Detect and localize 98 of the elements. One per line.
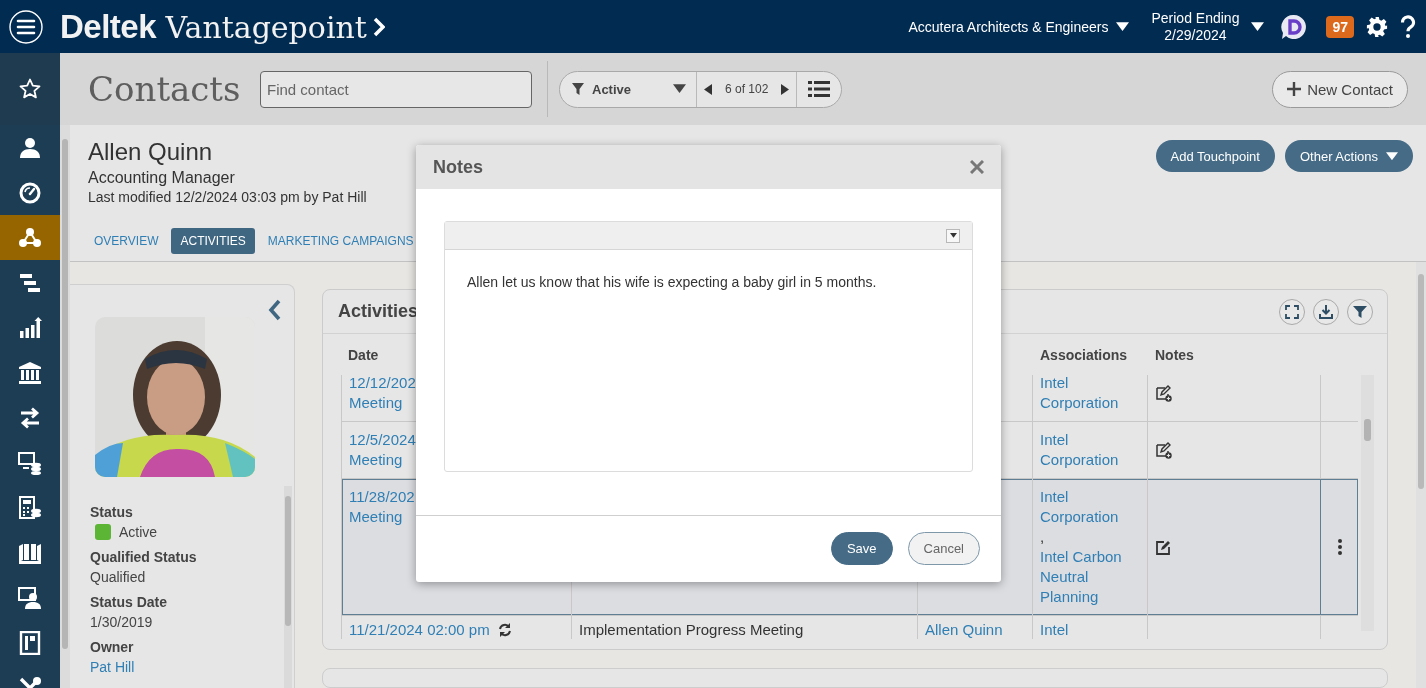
presenter-icon [18, 585, 42, 610]
person-icon [18, 135, 42, 160]
separator-text: , [1040, 527, 1046, 547]
association-link[interactable]: Intel Corporation [1040, 430, 1140, 470]
transfer-icon [18, 405, 42, 430]
association-link[interactable]: Intel Corporation [1040, 375, 1140, 413]
expand-icon [1285, 304, 1299, 319]
record-position: 6 of 102 [724, 82, 770, 96]
filter-icon [572, 83, 584, 95]
owner-link[interactable]: Pat Hill [90, 659, 135, 675]
network-icon [18, 225, 42, 250]
close-button[interactable] [970, 160, 984, 174]
tab[interactable]: OVERVIEW [84, 228, 169, 254]
date-link[interactable]: 11/28/202 [349, 487, 415, 507]
scrollbar-thumb[interactable] [62, 139, 68, 649]
filter-button[interactable] [1347, 298, 1373, 325]
column-header: Notes [1154, 346, 1195, 363]
help-icon[interactable] [1400, 14, 1416, 39]
collapse-icon[interactable] [268, 299, 282, 321]
chat-icon[interactable] [1280, 12, 1309, 41]
expand-button[interactable] [1279, 298, 1305, 325]
date-link[interactable]: 12/5/2024 [349, 430, 416, 450]
edit-note-icon[interactable] [1155, 538, 1172, 556]
list-icon [808, 80, 831, 98]
scrollbar[interactable] [60, 125, 70, 688]
next-icon [781, 83, 790, 95]
association-link[interactable]: Intel Corporation [1040, 487, 1140, 527]
contact-name: Allen Quinn [88, 138, 214, 166]
chevron-icon[interactable] [372, 16, 385, 37]
calculator-icon [18, 495, 42, 520]
notification-badge[interactable]: 97 [1326, 15, 1354, 38]
filter-dropdown[interactable]: Active [560, 71, 696, 107]
previous-icon [704, 83, 712, 95]
field-value: Qualified [90, 569, 146, 585]
company-dropdown[interactable]: Accutera Architects & Engineers [908, 18, 1130, 35]
scrollbar-thumb[interactable] [1418, 274, 1424, 489]
column-header: Associations [1039, 346, 1129, 363]
settings-icon[interactable] [1366, 15, 1388, 38]
association-link[interactable]: Intel [1040, 620, 1140, 639]
panel-title: Activities [338, 301, 420, 322]
job-title: Accounting Manager [88, 168, 236, 188]
app-title[interactable]: Deltek Vantagepoint [60, 7, 367, 46]
menu-icon[interactable] [9, 9, 43, 44]
last-modified-text: Last modified 12/2/2024 03:03 pm by Pat Hill [88, 188, 368, 206]
toolbar-dropdown[interactable] [946, 228, 960, 243]
add-touchpoint-button[interactable]: Add Touchpoint [1155, 140, 1275, 172]
table-row[interactable]: 11/21/2024 02:00 pm Implementation Progress Meeting Allen Quinn Intel [342, 616, 1358, 639]
date-link[interactable]: 11/21/2024 02:00 pm [349, 620, 490, 639]
search-field[interactable]: Find contact [260, 70, 532, 108]
status-indicator [95, 524, 111, 540]
scrollbar-thumb[interactable] [1364, 419, 1371, 441]
other-actions-button[interactable]: Other Actions [1284, 140, 1413, 172]
caret-icon [949, 233, 957, 238]
field-value: 1/30/2019 [90, 614, 153, 630]
close-icon [970, 160, 984, 174]
caret-icon [1251, 21, 1265, 32]
add-note-icon[interactable] [1155, 384, 1172, 402]
field-label: Status [90, 503, 134, 522]
column-header: Date [347, 346, 380, 363]
contact-link[interactable]: Allen Quinn [925, 620, 1025, 639]
screen-coins-icon [18, 450, 42, 475]
bar-chart-icon [18, 315, 42, 340]
scrollbar-thumb[interactable] [285, 496, 291, 626]
page-title: Contacts [88, 69, 242, 109]
field-label: Owner [90, 638, 135, 657]
scrollbar[interactable] [1361, 375, 1374, 631]
nav-item[interactable] [0, 53, 60, 125]
caret-icon [673, 84, 686, 94]
date-link[interactable]: 12/12/202 [349, 375, 416, 393]
field-value: Active [119, 523, 158, 542]
cancel-button[interactable]: Cancel [907, 532, 980, 565]
download-button[interactable] [1313, 298, 1339, 325]
field-label: Qualified Status [90, 548, 198, 567]
filter-icon [1353, 304, 1367, 319]
star-icon [18, 77, 42, 101]
dialog-title: Notes [433, 156, 483, 178]
association-link[interactable]: Intel Carbon Neutral Planning [1040, 547, 1140, 607]
plus-icon [1287, 82, 1302, 96]
add-note-icon[interactable] [1155, 441, 1172, 459]
table-cell: Implementation Progress Meeting [579, 621, 804, 638]
gauge-icon [18, 180, 42, 205]
scrollbar[interactable] [1416, 262, 1426, 688]
frame-icon [18, 630, 42, 655]
tab[interactable]: MARKETING CAMPAIGNS [257, 228, 424, 254]
note-text: Allen let us know that his wife is expecting a baby girl in 5 months. [466, 273, 878, 292]
scrollbar[interactable] [284, 486, 292, 688]
new-contact-button[interactable]: New Contact [1272, 70, 1408, 108]
save-button[interactable]: Save [830, 532, 893, 565]
tab[interactable]: ACTIVITIES [171, 228, 255, 254]
bank-icon [18, 360, 42, 385]
caret-icon [1386, 151, 1398, 161]
more-icon[interactable] [1337, 539, 1342, 555]
caret-icon [1116, 21, 1130, 32]
nav-item[interactable] [0, 215, 60, 260]
period-dropdown[interactable]: Period Ending 2/29/2024 [1151, 9, 1265, 44]
note-editor[interactable]: Allen let us know that his wife is expecting a baby girl in 5 months. [444, 221, 973, 472]
field-label: Status Date [90, 593, 169, 612]
download-icon [1319, 304, 1333, 319]
